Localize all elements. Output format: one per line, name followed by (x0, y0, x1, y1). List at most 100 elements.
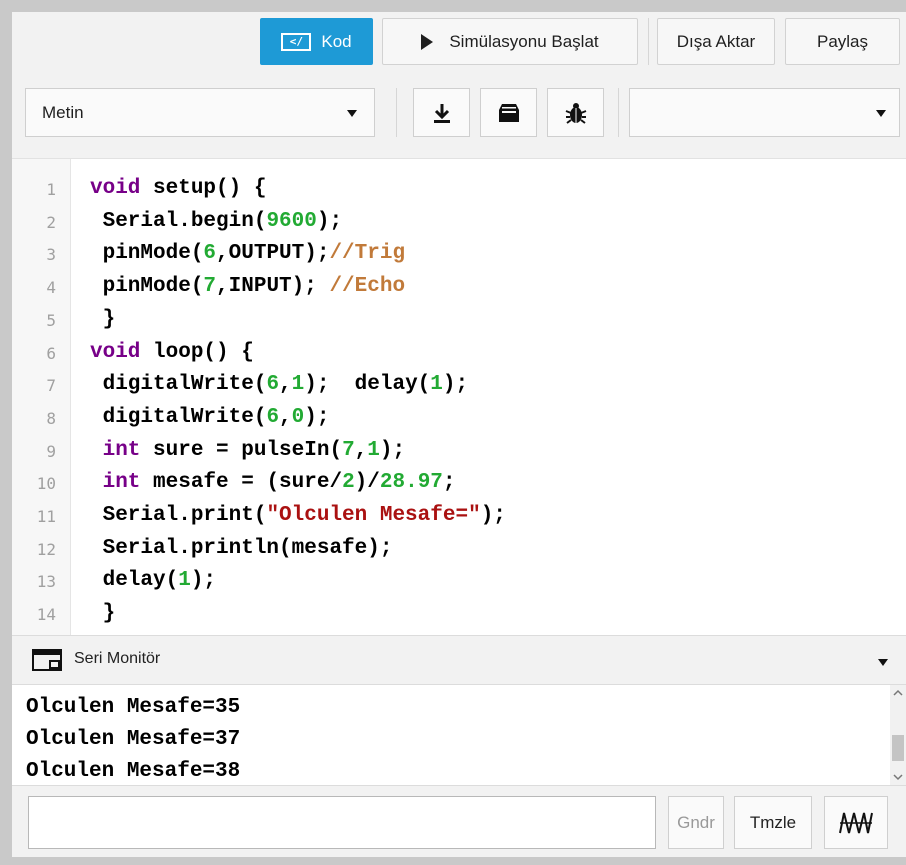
serial-monitor-title: Seri Monitör (74, 650, 161, 667)
code-button[interactable]: </ Kod (260, 18, 373, 65)
component-select[interactable] (629, 88, 900, 137)
code-token: ); (316, 209, 343, 233)
main-toolbar: </ Kod Simülasyonu Başlat Dışa Aktar Pay… (12, 12, 906, 78)
code-line: } (90, 602, 116, 626)
line-number: 6 (46, 343, 56, 363)
code-token: mesafe = (sure/ (140, 471, 343, 495)
code-token: ,INPUT); (216, 275, 330, 299)
editor-toolbar: Metin (12, 78, 906, 159)
code-token: pinMode( (90, 242, 204, 266)
code-token: ); (190, 569, 217, 593)
line-number: 7 (46, 376, 56, 396)
serial-input[interactable] (28, 796, 656, 849)
toolbar-divider (648, 18, 649, 65)
code-token: void (90, 177, 141, 200)
code-icon: </ (281, 32, 312, 51)
code-token: 1 (178, 569, 191, 593)
start-simulation-button[interactable]: Simülasyonu Başlat (382, 18, 638, 65)
code-token: digitalWrite( (90, 373, 267, 397)
chevron-down-icon (347, 110, 357, 117)
serial-monitor-footer: Gndr Tmzle (12, 785, 906, 857)
code-token: ,OUTPUT); (216, 242, 330, 266)
line-number: 4 (46, 278, 56, 298)
code-token: pinMode( (90, 275, 204, 299)
code-token: "Olculen Mesafe=" (266, 504, 481, 527)
code-token: ); (442, 373, 469, 397)
serial-monitor-header[interactable]: Seri Monitör (12, 635, 906, 685)
clear-label: Tmzle (749, 812, 797, 832)
code-token: 1 (430, 373, 443, 397)
line-number: 3 (46, 245, 56, 265)
code-line: digitalWrite(6,1); delay(1); (90, 373, 469, 397)
editor-mode-select[interactable]: Metin (25, 88, 375, 137)
serial-output-line: Olculen Mesafe=38 (26, 760, 241, 783)
code-line: Serial.print("Olculen Mesafe="); (90, 504, 506, 527)
download-icon (433, 103, 450, 123)
graph-icon (839, 812, 873, 833)
share-label: Paylaş (816, 31, 869, 51)
code-token: )/ (354, 471, 380, 495)
export-button[interactable]: Dışa Aktar (657, 18, 775, 65)
code-token: 6 (266, 405, 280, 429)
line-number: 1 (46, 180, 56, 199)
line-number: 12 (36, 539, 56, 559)
upload-button[interactable] (480, 88, 537, 137)
code-token: Serial.println(mesafe); (90, 536, 393, 560)
download-button[interactable] (413, 88, 470, 137)
code-token: setup() { (140, 177, 267, 200)
code-token: digitalWrite( (90, 405, 267, 429)
send-label: Gndr (677, 812, 715, 832)
code-token: 6 (266, 373, 280, 397)
code-line: delay(1); (90, 569, 216, 592)
toolbar-divider (618, 88, 619, 137)
serial-monitor-scrollbar[interactable] (890, 685, 906, 785)
code-token: int (90, 471, 141, 495)
clear-button[interactable]: Tmzle (734, 796, 812, 849)
code-token: 7 (203, 275, 217, 299)
code-line: int sure = pulseIn(7,1); (90, 438, 406, 462)
code-token: //Echo (329, 275, 406, 299)
play-icon (421, 33, 434, 50)
code-token: , (354, 438, 368, 462)
line-number: 9 (46, 441, 56, 461)
line-number: 2 (46, 212, 56, 232)
scrollbar-thumb[interactable] (892, 735, 904, 761)
code-panel: </ Kod Simülasyonu Başlat Dışa Aktar Pay… (12, 12, 906, 857)
line-number-gutter: 1 2 3 4 5 6 7 8 9 10 11 12 13 14 (12, 159, 71, 635)
code-token: ); (480, 504, 506, 527)
code-token: sure = pulseIn( (140, 438, 343, 462)
code-token: //Trig (329, 242, 406, 266)
debug-button[interactable] (547, 88, 604, 137)
code-token: , (279, 373, 292, 397)
code-token: 28.97 (379, 471, 443, 495)
serial-monitor-output: Olculen Mesafe=35 Olculen Mesafe=37 Olcu… (12, 685, 906, 785)
editor-mode-value: Metin (42, 102, 84, 122)
scroll-up-icon[interactable] (893, 689, 903, 697)
share-button[interactable]: Paylaş (785, 18, 900, 65)
send-button[interactable]: Gndr (668, 796, 724, 849)
scroll-down-icon[interactable] (893, 773, 903, 781)
code-line: digitalWrite(6,0); (90, 405, 330, 429)
upload-icon (498, 103, 519, 122)
code-token: ); (379, 438, 406, 462)
code-token: 0 (291, 405, 305, 429)
bug-icon (565, 102, 586, 124)
code-token: 6 (203, 242, 217, 266)
code-line: pinMode(7,INPUT); //Echo (90, 275, 405, 298)
code-token: Serial.print( (90, 504, 267, 527)
serial-output-line: Olculen Mesafe=35 (26, 696, 241, 719)
code-token: loop() { (140, 340, 254, 364)
code-token: 1 (367, 438, 380, 462)
code-line: pinMode(6,OUTPUT);//Trig (90, 242, 405, 265)
code-line: void loop() { (90, 341, 254, 364)
graph-button[interactable] (824, 796, 888, 849)
code-token: ); (304, 405, 330, 429)
serial-monitor-icon (32, 649, 62, 671)
code-line: Serial.begin(9600); (90, 210, 342, 233)
line-number: 11 (36, 507, 56, 526)
code-token: } (90, 602, 116, 626)
chevron-down-icon[interactable] (878, 659, 888, 666)
code-editor[interactable]: 1 2 3 4 5 6 7 8 9 10 11 12 13 14 void setup() { Seria… (12, 159, 906, 635)
code-line: int mesafe = (sure/2)/28.97; (90, 471, 456, 494)
line-number: 10 (36, 474, 56, 494)
